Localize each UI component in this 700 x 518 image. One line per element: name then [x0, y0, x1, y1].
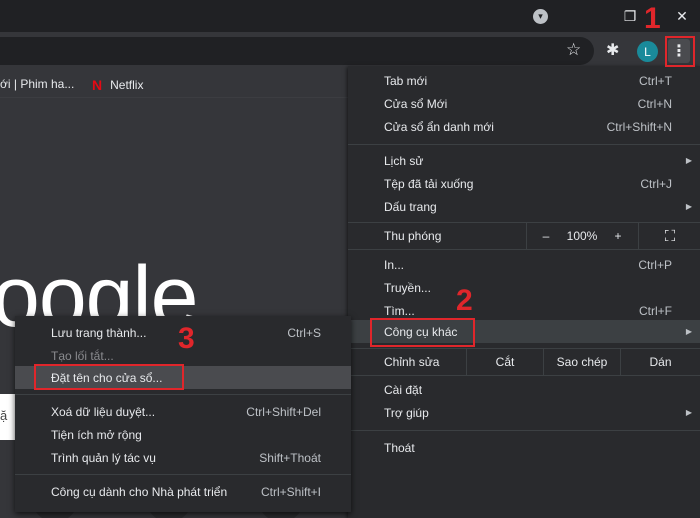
menu-item-bookmarks[interactable]: Dấu trang ▶: [348, 195, 700, 218]
menu-item-incognito[interactable]: Cửa sổ ẩn danh mới Ctrl+Shift+N: [348, 115, 700, 138]
menu-label: Lưu trang thành...: [51, 325, 147, 340]
submenu-item-task-manager[interactable]: Trình quản lý tác vụ Shift+Thoát: [15, 446, 351, 469]
menu-label: Lịch sử: [384, 153, 424, 168]
menu-label: Cửa sổ Mới: [384, 96, 448, 111]
divider: [526, 223, 527, 249]
menu-shortcut: Ctrl+P: [638, 257, 672, 272]
edit-label: Chỉnh sửa: [384, 355, 440, 369]
tab-search-dropdown-icon[interactable]: ▾: [533, 9, 548, 24]
menu-label: Tạo lối tắt...: [51, 348, 114, 363]
menu-item-history[interactable]: Lịch sử ▶: [348, 149, 700, 172]
menu-divider: [348, 375, 700, 376]
menu-item-print[interactable]: In... Ctrl+P: [348, 253, 700, 276]
profile-avatar[interactable]: L: [637, 41, 658, 62]
menu-label: Công cụ dành cho Nhà phát triển: [51, 484, 228, 499]
restore-window-icon[interactable]: ❐: [612, 0, 648, 32]
divider: [638, 223, 639, 249]
menu-label: Thoát: [384, 440, 415, 455]
annotation-box-step2: [370, 318, 475, 347]
menu-shortcut: Ctrl+J: [640, 176, 672, 191]
submenu-arrow-icon: ▶: [685, 202, 692, 211]
cut-button[interactable]: Cắt: [467, 349, 543, 375]
menu-item-help[interactable]: Trợ giúp ▶: [348, 401, 700, 424]
zoom-out-button[interactable]: –: [538, 223, 554, 249]
close-window-icon[interactable]: ✕: [664, 0, 700, 32]
menu-label: Trợ giúp: [384, 405, 429, 420]
submenu-arrow-icon: ▶: [685, 408, 692, 417]
annotation-number-step2: 2: [456, 284, 473, 317]
annotation-box-step1: [665, 36, 695, 67]
annotation-number-step3: 3: [178, 322, 195, 355]
menu-item-exit[interactable]: Thoát: [348, 436, 700, 459]
menu-shortcut: Ctrl+F: [639, 303, 672, 318]
submenu-item-dev-tools[interactable]: Công cụ dành cho Nhà phát triển Ctrl+Shi…: [15, 480, 351, 503]
menu-label: Dấu trang: [384, 199, 437, 214]
menu-shortcut: Ctrl+Shift+N: [606, 119, 672, 134]
menu-shortcut: Shift+Thoát: [259, 450, 321, 465]
menu-item-downloads[interactable]: Tệp đã tải xuống Ctrl+J: [348, 172, 700, 195]
title-bar: ▾ ❐ ✕: [0, 0, 700, 32]
menu-shortcut: Ctrl+Shift+Del: [246, 404, 321, 419]
bookmark-item-netflix[interactable]: N Netflix: [92, 77, 143, 93]
submenu-arrow-icon: ▶: [685, 327, 692, 336]
netflix-logo-icon: N: [92, 77, 103, 93]
submenu-item-extensions[interactable]: Tiện ích mở rộng: [15, 423, 351, 446]
menu-divider: [15, 474, 351, 475]
paste-button[interactable]: Dán: [621, 349, 700, 375]
menu-divider: [348, 144, 700, 145]
menu-label: Tab mới: [384, 73, 428, 88]
annotation-box-step3: [34, 364, 184, 390]
bookmark-star-icon[interactable]: ☆: [566, 40, 581, 60]
menu-shortcut: Ctrl+N: [637, 96, 672, 111]
extensions-puzzle-icon[interactable]: ✱: [606, 40, 619, 60]
chrome-main-menu: Tab mới Ctrl+T Cửa sổ Mới Ctrl+N Cửa sổ …: [348, 66, 700, 518]
zoom-level: 100%: [566, 229, 598, 243]
menu-divider: [348, 249, 700, 250]
submenu-arrow-icon: ▶: [685, 156, 692, 165]
zoom-label: Thu phóng: [384, 229, 442, 243]
zoom-in-button[interactable]: +: [610, 223, 626, 249]
menu-divider: [15, 394, 351, 395]
menu-label: Truyền...: [384, 280, 431, 295]
menu-label: Trình quản lý tác vụ: [51, 450, 156, 465]
browser-toolbar: [0, 32, 700, 70]
zoom-row: Thu phóng – 100% + ⛶: [348, 223, 700, 249]
menu-shortcut: Ctrl+S: [287, 325, 321, 340]
annotation-number-step1: 1: [644, 2, 661, 35]
menu-divider: [348, 430, 700, 431]
menu-label: Cài đặt: [384, 382, 423, 397]
menu-label: Tìm...: [384, 303, 415, 318]
copy-button[interactable]: Sao chép: [544, 349, 620, 375]
fullscreen-icon[interactable]: ⛶: [660, 223, 680, 249]
bookmark-item-phim[interactable]: ới | Phim ha...: [0, 77, 74, 91]
edit-row: Chỉnh sửa Cắt Sao chép Dán: [348, 349, 700, 375]
menu-label: Tệp đã tải xuống: [384, 176, 474, 191]
address-bar[interactable]: [0, 37, 594, 65]
menu-item-settings[interactable]: Cài đặt: [348, 378, 700, 401]
menu-shortcut: Ctrl+T: [639, 73, 672, 88]
menu-item-cast[interactable]: Truyền...: [348, 276, 700, 299]
menu-label: Tiện ích mở rộng: [51, 427, 142, 442]
menu-label: In...: [384, 257, 405, 272]
menu-label: Xoá dữ liệu duyệt...: [51, 404, 156, 419]
bookmark-label: Netflix: [110, 78, 144, 92]
menu-label: Cửa sổ ẩn danh mới: [384, 119, 494, 134]
submenu-item-clear-data[interactable]: Xoá dữ liệu duyệt... Ctrl+Shift+Del: [15, 400, 351, 423]
menu-item-new-tab[interactable]: Tab mới Ctrl+T: [348, 69, 700, 92]
menu-item-new-window[interactable]: Cửa sổ Mới Ctrl+N: [348, 92, 700, 115]
menu-shortcut: Ctrl+Shift+I: [260, 484, 321, 499]
